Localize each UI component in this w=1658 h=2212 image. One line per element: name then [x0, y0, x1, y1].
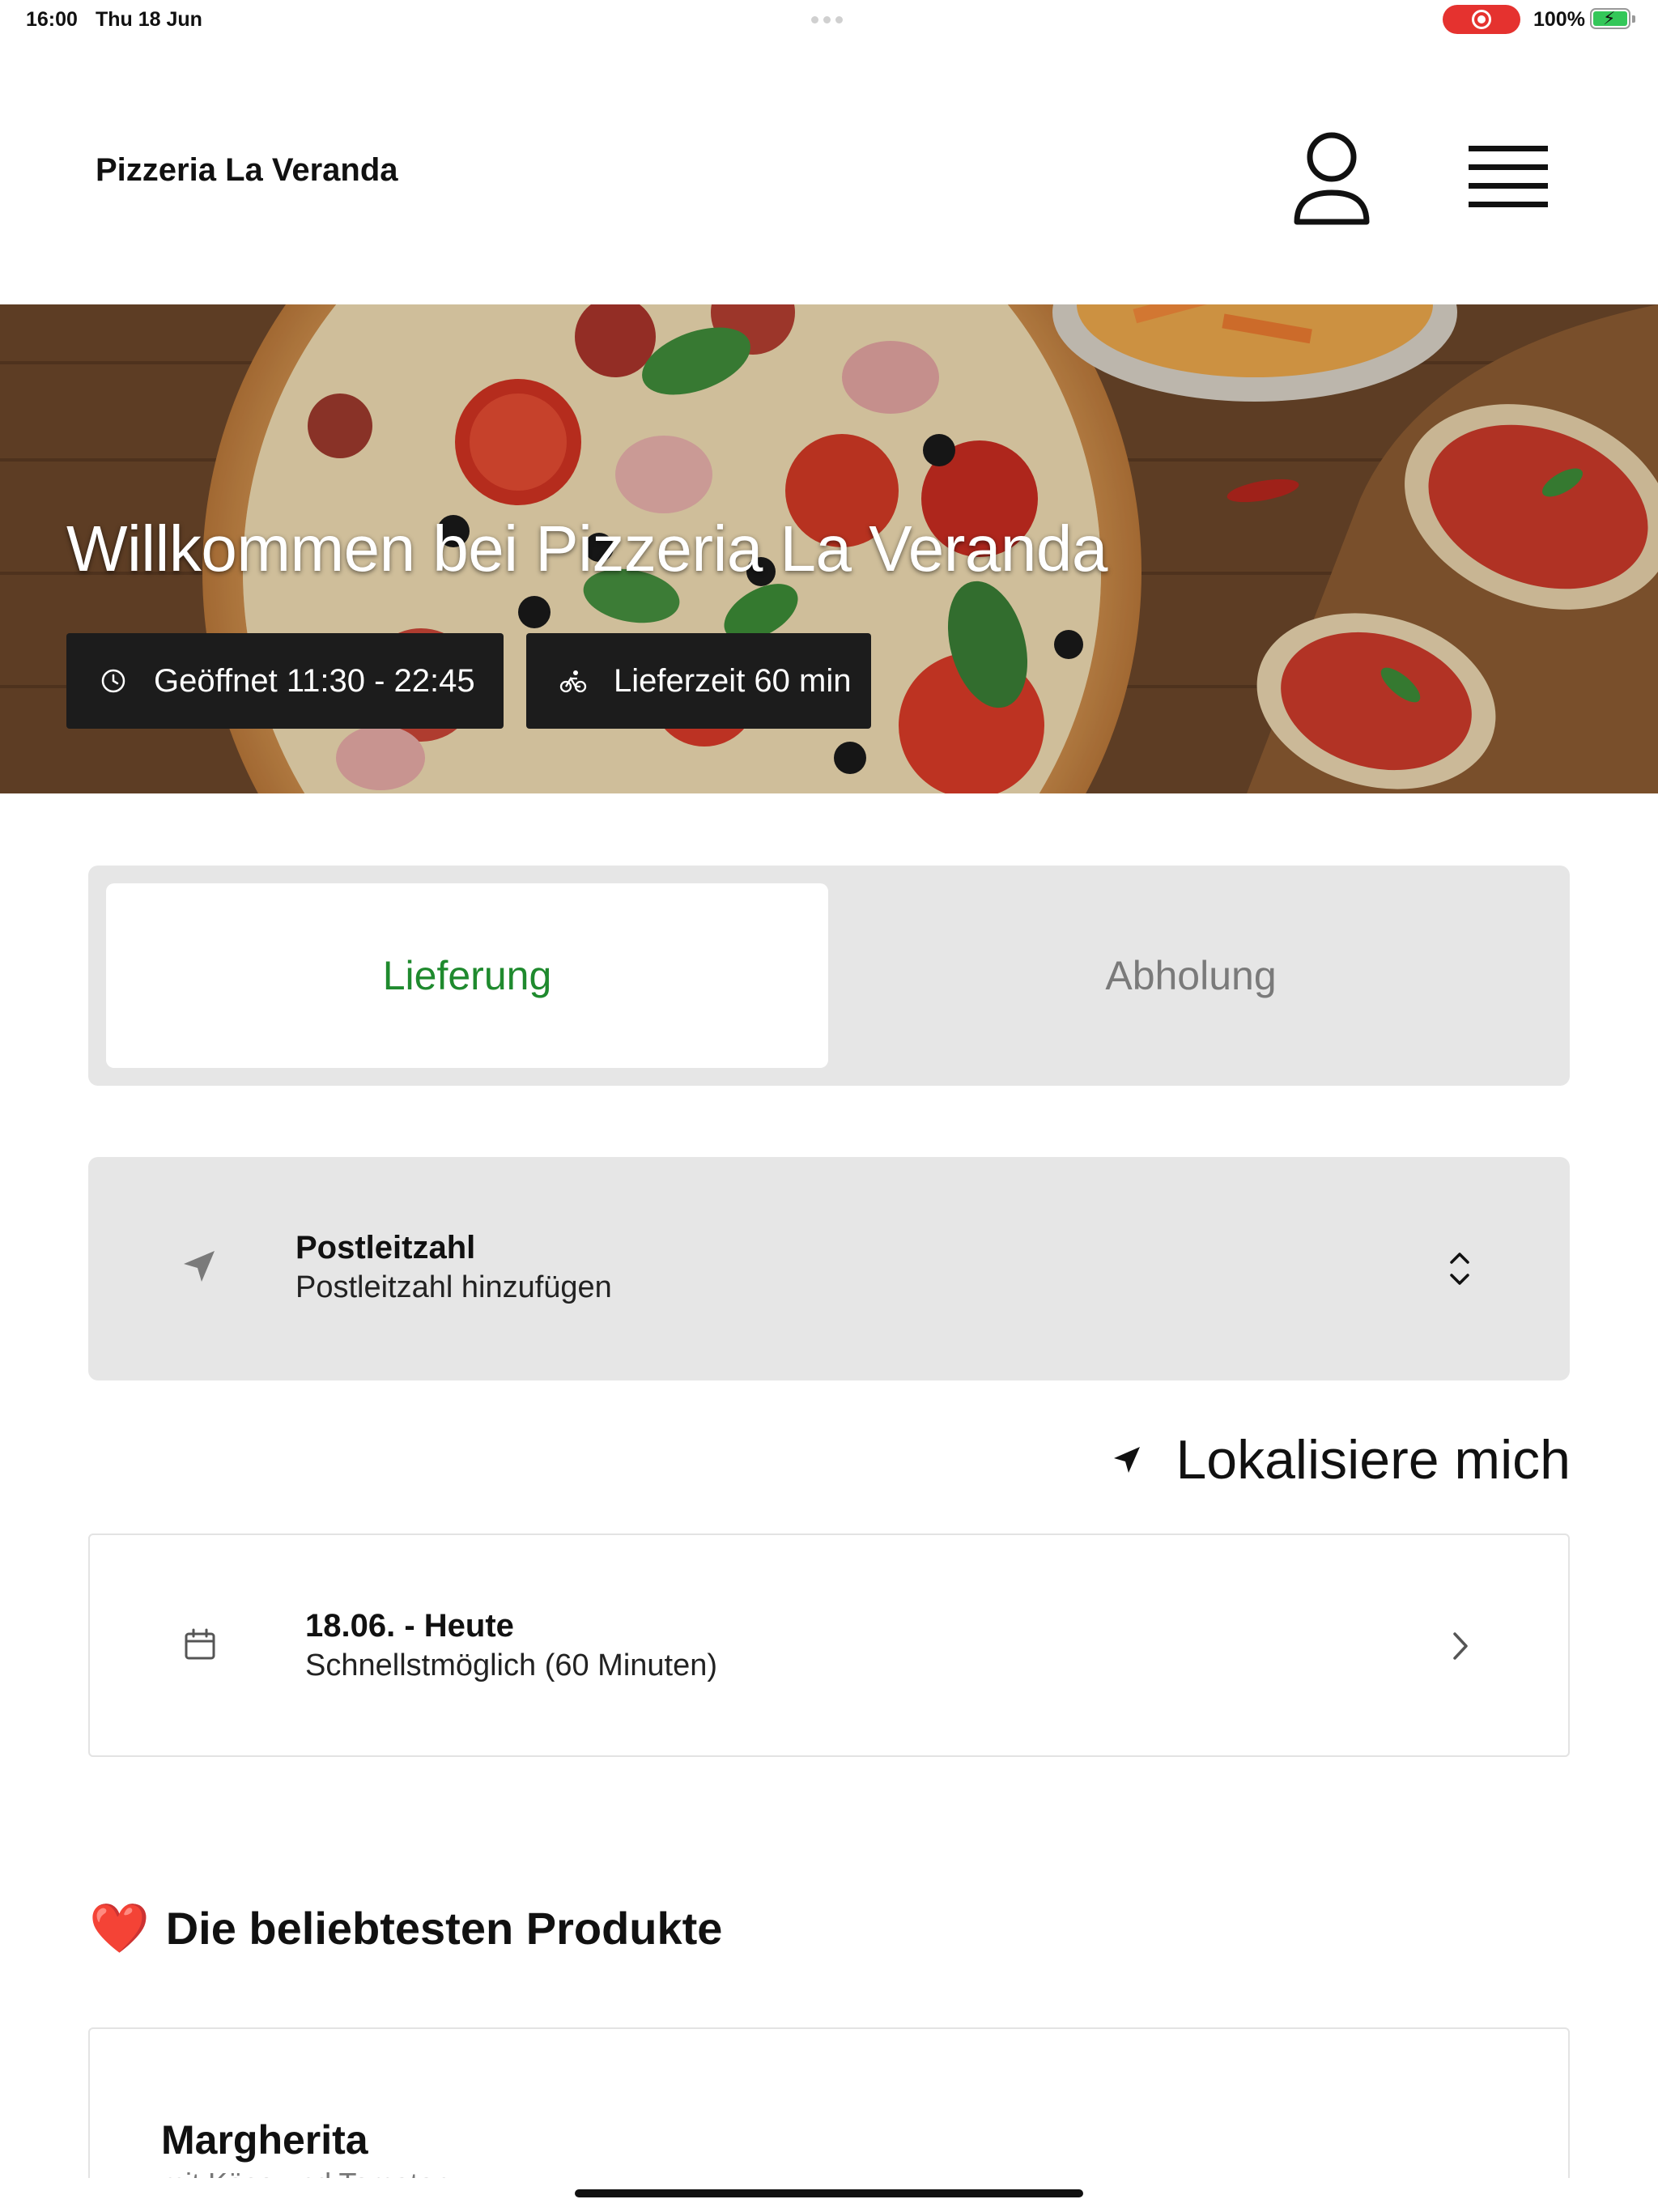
clock-icon: [97, 665, 130, 697]
app-header: Pizzeria La Veranda: [0, 39, 1658, 304]
chevron-up-down-icon: [1450, 1253, 1469, 1285]
menu-icon: [1469, 146, 1548, 207]
delivery-time-chip: Lieferzeit 60 min: [526, 633, 871, 729]
postcode-label: Postleitzahl: [295, 1230, 476, 1266]
status-bar: 16:00 Thu 18 Jun 100% ⚡: [0, 0, 1658, 39]
home-indicator[interactable]: [575, 2189, 1083, 2197]
tab-lieferung[interactable]: Lieferung: [106, 883, 828, 1068]
popular-products-heading: ❤️ Die beliebtesten Produkte: [89, 1899, 722, 1957]
product-name: Margherita: [161, 2117, 368, 2163]
postcode-selector[interactable]: Postleitzahl Postleitzahl hinzufügen: [88, 1157, 1570, 1380]
status-time: 16:00: [26, 8, 78, 31]
screen-recording-icon[interactable]: [1443, 5, 1520, 34]
tab-abholung[interactable]: Abholung: [830, 883, 1552, 1068]
bike-icon: [557, 665, 589, 697]
delivery-date-subtitle: Schnellstmöglich (60 Minuten): [305, 1648, 718, 1682]
menu-button[interactable]: [1464, 136, 1553, 217]
hero-title: Willkommen bei Pizzeria La Veranda: [66, 513, 1107, 585]
delivery-date-title: 18.06. - Heute: [305, 1608, 514, 1644]
user-icon: [1294, 132, 1370, 225]
brand-title[interactable]: Pizzeria La Veranda: [96, 152, 398, 189]
location-arrow-icon: [1114, 1447, 1141, 1473]
locate-me-label: Lokalisiere mich: [1175, 1429, 1571, 1491]
postcode-placeholder: Postleitzahl hinzufügen: [295, 1270, 612, 1304]
user-account-button[interactable]: [1287, 126, 1376, 232]
calendar-icon: [185, 1628, 215, 1660]
locate-me-button[interactable]: Lokalisiere mich: [1107, 1423, 1571, 1496]
status-date: Thu 18 Jun: [96, 8, 202, 31]
battery-percent: 100%: [1533, 8, 1585, 31]
multitasking-dots-icon[interactable]: [811, 16, 843, 23]
opening-hours-text: Geöffnet 11:30 - 22:45: [154, 662, 475, 699]
delivery-time-text: Lieferzeit 60 min: [614, 662, 852, 699]
order-mode-toggle: Lieferung Abholung: [88, 866, 1570, 1086]
heart-icon: ❤️: [89, 1901, 150, 1955]
chevron-right-icon: [1453, 1632, 1468, 1660]
delivery-date-selector[interactable]: 18.06. - Heute Schnellstmöglich (60 Minu…: [88, 1534, 1570, 1757]
location-arrow-icon: [184, 1251, 215, 1282]
battery-icon: ⚡: [1590, 8, 1635, 29]
popular-products-title: Die beliebtesten Produkte: [165, 1903, 723, 1954]
hero-banner: Willkommen bei Pizzeria La Veranda Geöff…: [0, 304, 1658, 793]
opening-hours-chip: Geöffnet 11:30 - 22:45: [66, 633, 504, 729]
